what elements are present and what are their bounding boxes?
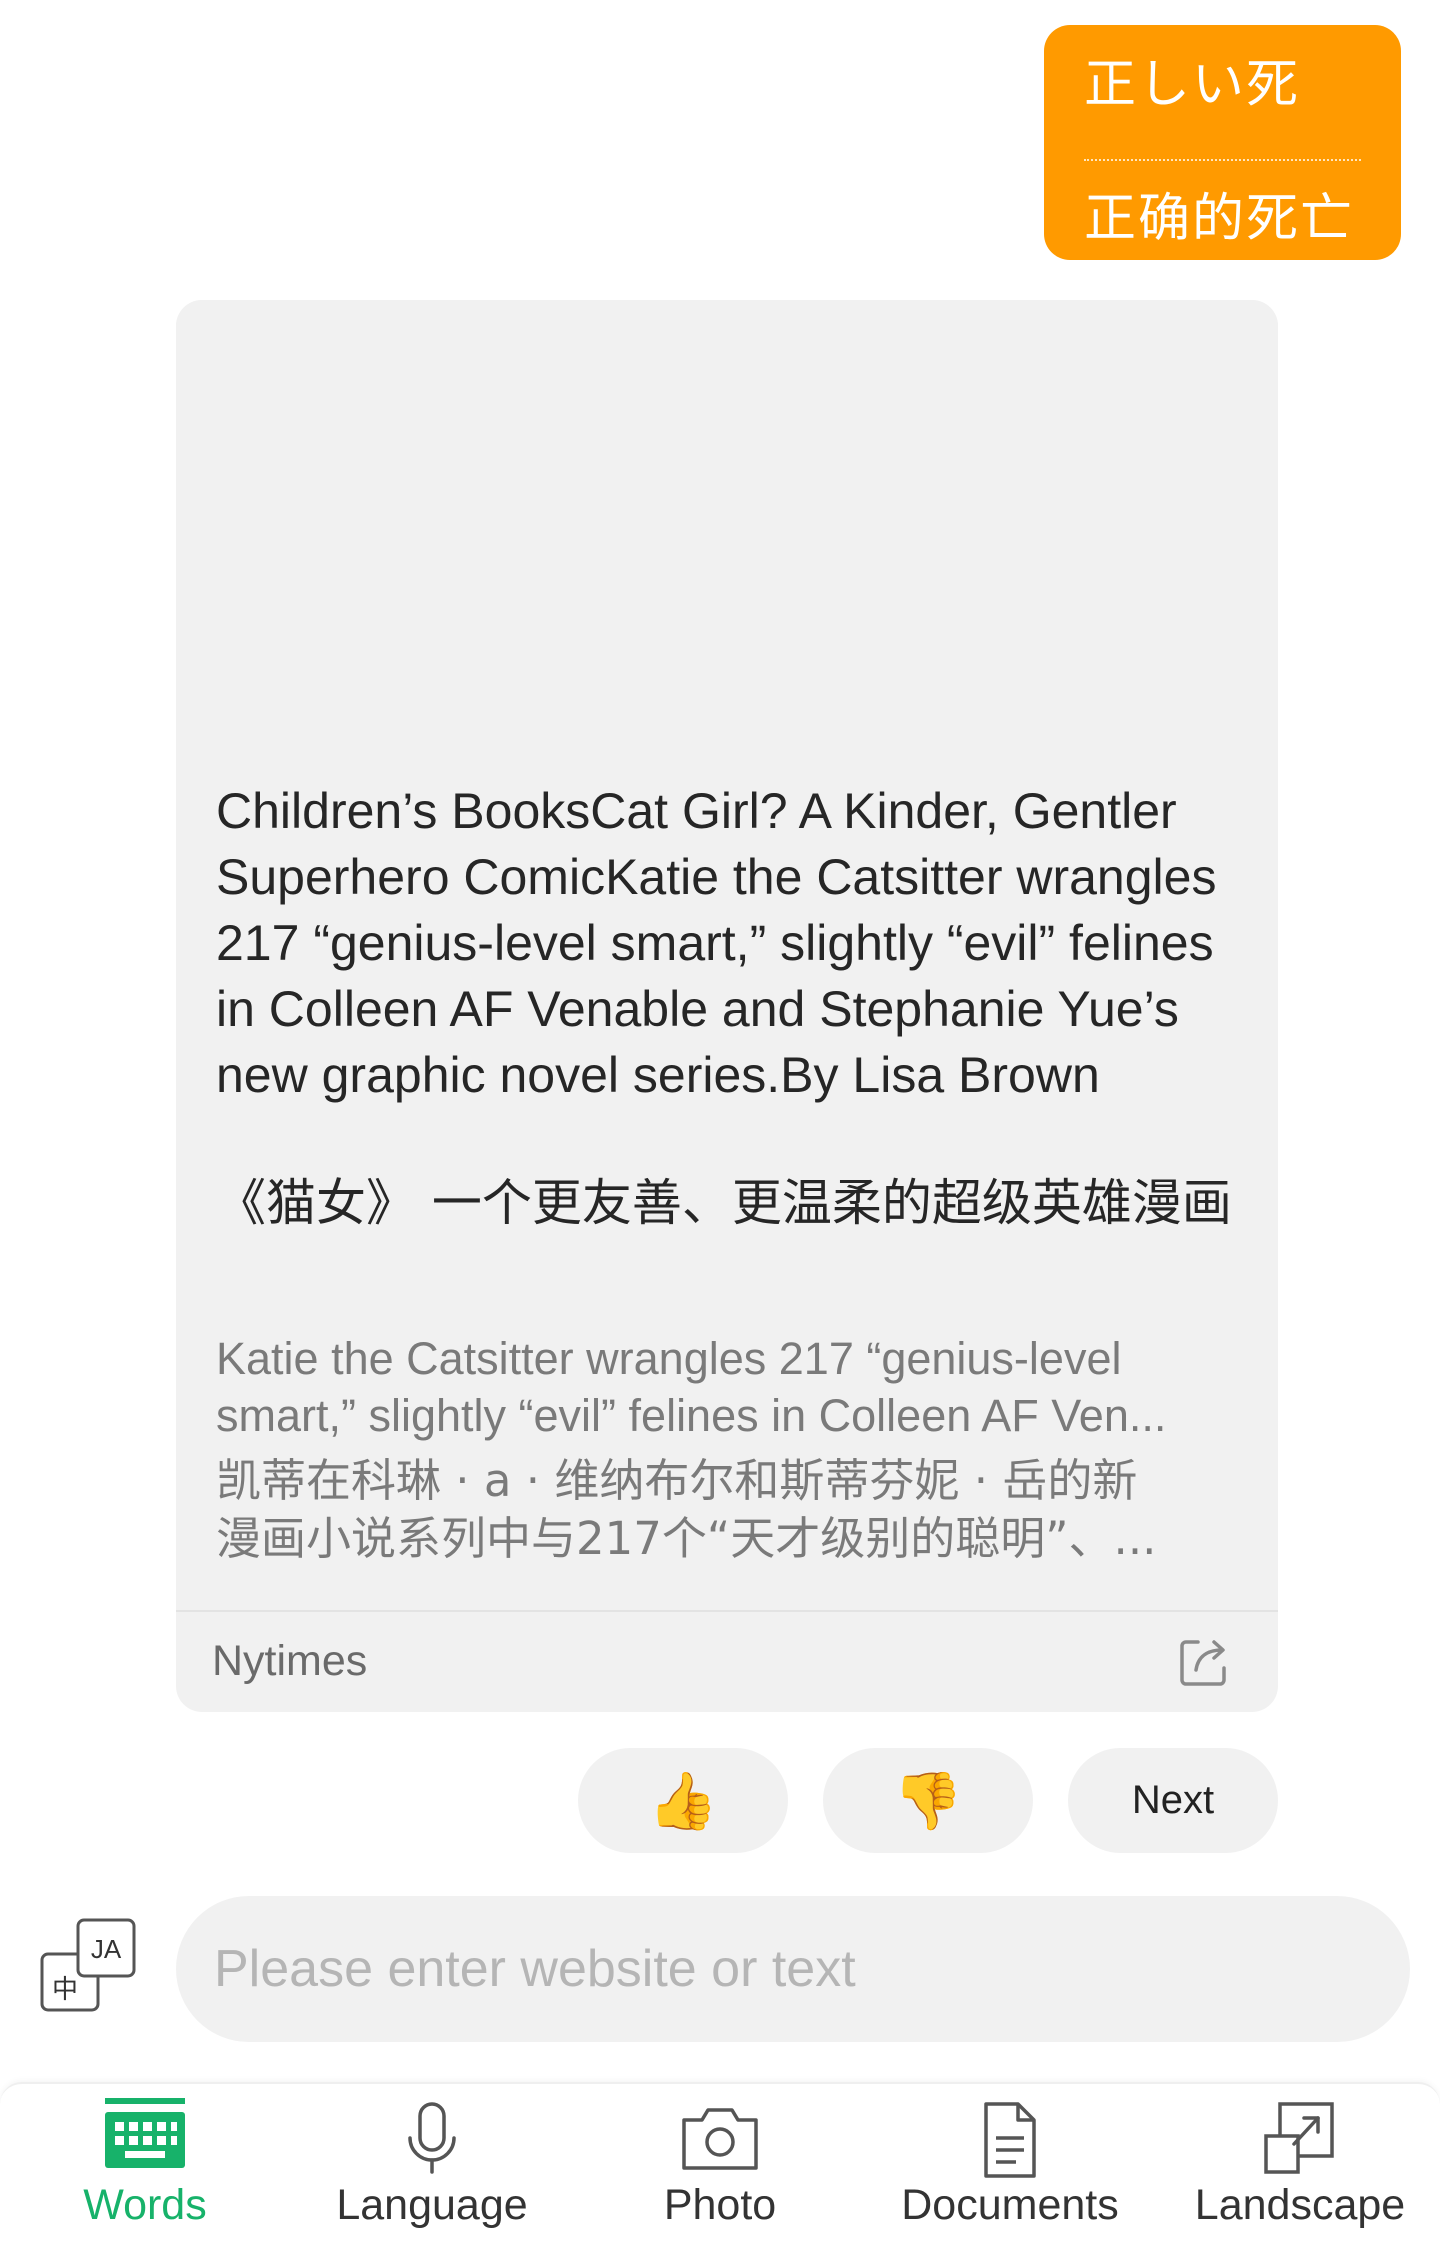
summary-translated-line: 凯蒂在科琳 · a · 维纳布尔和斯蒂芬妮 · 岳的新 xyxy=(216,1454,1138,1507)
tab-words[interactable]: Words xyxy=(60,2084,230,2243)
tab-landscape[interactable]: Landscape xyxy=(1180,2084,1420,2243)
translation-bubble[interactable]: 正しい死 正确的死亡 xyxy=(1044,25,1401,260)
article-summary: Katie the Catsitter wrangles 217 “genius… xyxy=(216,1330,1246,1444)
summary-translated-line: 漫画小说系列中与217个“天才级别的聪明”、... xyxy=(216,1512,1157,1565)
camera-icon xyxy=(678,2098,762,2182)
tab-label: Words xyxy=(83,2181,207,2229)
summary-line: Katie the Catsitter wrangles 217 “genius… xyxy=(216,1333,1122,1384)
article-source: Nytimes xyxy=(212,1637,368,1685)
summary-line: smart,” slightly “evil” felines in Colle… xyxy=(216,1390,1167,1441)
text-input-container[interactable] xyxy=(176,1896,1410,2042)
lang-to-label: JA xyxy=(91,1934,122,1964)
thumbs-up-icon: 👍 xyxy=(648,1768,718,1834)
landscape-icon xyxy=(1258,2098,1342,2182)
card-divider xyxy=(176,1610,1278,1612)
source-text: 正しい死 xyxy=(1084,55,1301,115)
article-summary-translated: 凯蒂在科琳 · a · 维纳布尔和斯蒂芬妮 · 岳的新 漫画小说系列中与217个… xyxy=(216,1452,1246,1568)
tab-documents[interactable]: Documents xyxy=(890,2084,1130,2243)
website-or-text-input[interactable] xyxy=(212,1938,1374,2000)
article-title-translated: 《猫女》 一个更友善、更温柔的超级英雄漫画 xyxy=(216,1174,1232,1232)
translated-text: 正确的死亡 xyxy=(1084,189,1355,249)
tab-label: Documents xyxy=(901,2181,1119,2229)
share-icon[interactable] xyxy=(1176,1634,1232,1690)
document-icon xyxy=(968,2098,1052,2182)
language-switch-button[interactable]: JA 中 xyxy=(40,1918,136,2018)
tab-label: Photo xyxy=(663,2181,777,2229)
tab-photo[interactable]: Photo xyxy=(640,2084,800,2243)
next-label: Next xyxy=(1131,1778,1215,1822)
article-image-placeholder xyxy=(176,300,1278,760)
lang-from-label: 中 xyxy=(52,1975,78,2005)
keyboard-icon xyxy=(103,2098,187,2182)
article-card[interactable]: Children’s BooksCat Girl? A Kinder, Gent… xyxy=(176,300,1278,1712)
dislike-button[interactable]: 👎 xyxy=(823,1748,1033,1853)
next-button[interactable]: Next xyxy=(1068,1748,1278,1853)
article-title: Children’s BooksCat Girl? A Kinder, Gent… xyxy=(216,783,1217,1103)
tab-label: Landscape xyxy=(1194,2181,1406,2229)
bottom-tab-bar: Words Language Photo Documents Landscape xyxy=(0,2082,1440,2243)
thumbs-down-icon: 👎 xyxy=(893,1768,963,1834)
like-button[interactable]: 👍 xyxy=(578,1748,788,1853)
tab-label: Language xyxy=(336,2181,528,2229)
tab-language[interactable]: Language xyxy=(322,2084,542,2243)
microphone-icon xyxy=(390,2098,474,2182)
